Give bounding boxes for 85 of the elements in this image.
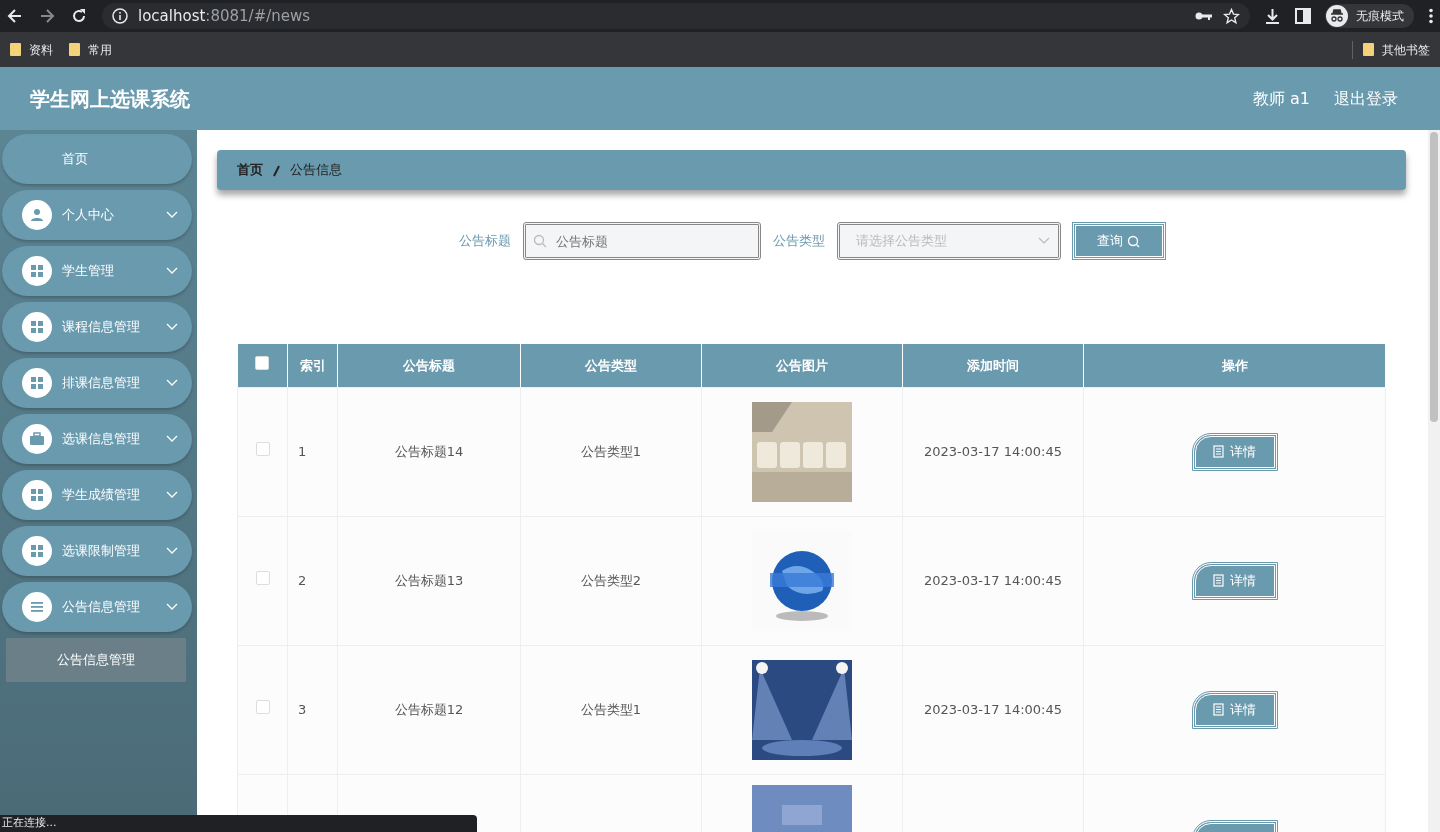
reload-icon[interactable] — [70, 7, 88, 25]
column-header: 操作 — [1083, 344, 1386, 387]
back-icon[interactable] — [6, 7, 24, 25]
profile-chip[interactable]: 无痕模式 — [1325, 4, 1414, 28]
column-header: 公告图片 — [701, 344, 903, 387]
table-cell: 2 — [287, 516, 338, 645]
search-field[interactable]: 公告标题 — [522, 222, 761, 260]
chevron-icon — [166, 323, 178, 331]
briefcase-icon — [29, 431, 45, 447]
bookmark[interactable]: 其他书签 — [1352, 40, 1430, 59]
search-icon — [1127, 234, 1140, 248]
table-cell: 1 — [287, 387, 338, 516]
detail-button[interactable]: 详情 — [1192, 562, 1277, 599]
column-header: 添加时间 — [902, 344, 1084, 387]
grid-icon — [29, 263, 45, 279]
logout-link[interactable]: 退出登录 — [1334, 86, 1398, 111]
app-title: 学生网上选课系统 — [30, 85, 190, 113]
field-label: 公告标题 — [458, 232, 511, 251]
side-panel-icon[interactable] — [1295, 8, 1311, 24]
sidebar-item[interactable]: 选课限制管理 — [2, 526, 192, 576]
column-header: 公告类型 — [520, 344, 702, 387]
row-checkbox[interactable] — [255, 441, 270, 456]
table-cell: 公告标题12 — [337, 645, 521, 774]
column-header: 索引 — [287, 344, 338, 387]
detail-button[interactable]: 详情 — [1192, 691, 1277, 728]
document-icon — [1213, 703, 1224, 716]
user-name: 教师 a1 — [1252, 87, 1310, 110]
chevron-icon — [166, 603, 178, 611]
table-cell: 公告类型2 — [520, 516, 702, 645]
table-cell: 2023-03-17 14:00:45 — [902, 387, 1084, 516]
chevron-icon — [1037, 237, 1050, 245]
table-cell: 公告类型1 — [520, 387, 702, 516]
download-icon[interactable] — [1264, 7, 1281, 25]
table-cell: 2023-03-17 14:00:45 — [902, 645, 1084, 774]
info-icon — [112, 8, 128, 24]
table-cell: 公告标题13 — [337, 516, 521, 645]
grid-icon — [29, 487, 45, 503]
status-bar: 正在连接... — [0, 815, 477, 832]
row-checkbox[interactable] — [255, 570, 270, 585]
incognito-icon — [1326, 5, 1348, 27]
sidebar-item[interactable]: 个人中心 — [2, 190, 192, 240]
list-icon — [29, 599, 45, 615]
breadcrumb-current: 公告信息 — [290, 161, 342, 180]
bookmark[interactable]: 常用 — [69, 40, 112, 59]
document-icon — [1213, 574, 1224, 587]
chevron-icon — [166, 267, 178, 275]
field-label: 公告类型 — [772, 232, 825, 251]
slash-icon — [273, 164, 280, 177]
search-icon — [532, 234, 547, 248]
forward-icon[interactable] — [38, 7, 56, 25]
sidebar-item[interactable]: 选课信息管理 — [2, 414, 192, 464]
chevron-icon — [166, 211, 178, 219]
table-cell: 公告类型1 — [520, 645, 702, 774]
grid-icon — [29, 543, 45, 559]
sidebar-item[interactable]: 首页 — [2, 134, 192, 184]
menu-icon[interactable] — [1428, 8, 1434, 24]
address-bar[interactable]: localhost:8081/#/news — [102, 3, 1250, 29]
bookmark[interactable]: 资料 — [10, 40, 53, 59]
search-button[interactable]: 查询 — [1072, 223, 1165, 259]
breadcrumb-link[interactable]: 首页 — [237, 160, 263, 180]
sidebar-item[interactable]: 学生管理 — [2, 246, 192, 296]
sidebar-subitem[interactable]: 公告信息管理 — [6, 638, 186, 682]
chevron-icon — [166, 379, 178, 387]
sidebar-item[interactable]: 排课信息管理 — [2, 358, 192, 408]
table-cell: 2023-03-17 14:00:45 — [902, 516, 1084, 645]
table-cell: 公告标题14 — [337, 387, 521, 516]
detail-button[interactable]: 详情 — [1192, 433, 1277, 470]
document-icon — [1213, 445, 1224, 458]
column-header: 公告标题 — [337, 344, 521, 387]
user-icon — [29, 207, 45, 223]
grid-icon — [29, 319, 45, 335]
row-checkbox[interactable] — [255, 699, 270, 714]
key-icon[interactable] — [1195, 10, 1213, 22]
url-text: localhost:8081/#/news — [138, 5, 311, 27]
star-icon[interactable] — [1223, 7, 1240, 25]
chevron-icon — [166, 435, 178, 443]
table-cell: 3 — [287, 645, 338, 774]
chevron-icon — [166, 547, 178, 555]
chevron-icon — [166, 491, 178, 499]
sidebar-item[interactable]: 学生成绩管理 — [2, 470, 192, 520]
sidebar-item[interactable]: 公告信息管理 — [2, 582, 192, 632]
scrollbar[interactable] — [1428, 130, 1440, 832]
sidebar-item[interactable]: 课程信息管理 — [2, 302, 192, 352]
grid-icon — [29, 375, 45, 391]
select-all-checkbox[interactable] — [255, 355, 270, 370]
